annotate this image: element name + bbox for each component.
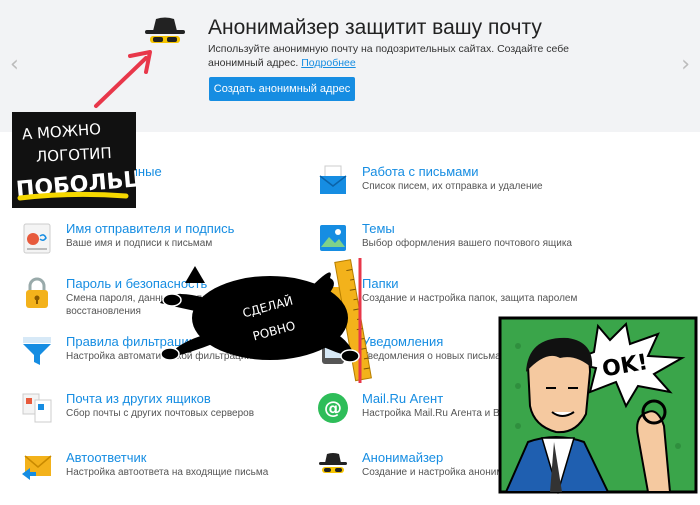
chevron-left-icon[interactable]: ‹ [10, 52, 19, 77]
chalk-line-2: ЛОГОТИП [36, 144, 113, 166]
setting-description: Настройка автоответа на входящие письма [66, 467, 269, 478]
create-anonymous-address-button[interactable]: Создать анонимный адрес [209, 77, 355, 101]
svg-text:@: @ [324, 398, 342, 419]
setting-title: Имя отправителя и подпись [66, 221, 235, 236]
more-link[interactable]: Подробнее [301, 57, 355, 69]
promo-description-text: Используйте анонимную почту на подозрите… [208, 43, 569, 69]
setting-description: Сбор почты с других почтовых серверов [66, 408, 255, 419]
spy-icon [145, 17, 185, 43]
filter-icon [23, 337, 51, 365]
collector-icon [22, 393, 52, 423]
chalkboard-sticker: А МОЖНО ЛОГОТИП ПОБОЛЬШЕ? [12, 112, 136, 208]
chevron-right-icon[interactable]: › [681, 52, 690, 77]
setting-title: Автоответчик [66, 450, 147, 465]
red-arrow-annotation [94, 50, 152, 108]
anonymizer-icon [319, 453, 347, 473]
setting-description: Выбор оформления вашего почтового ящика [362, 238, 572, 249]
ok-popart-sticker: OK! [498, 316, 698, 495]
setting-description: Список писем, их отправка и удаление [362, 181, 543, 192]
setting-title: Анонимайзер [362, 450, 444, 465]
setting-description: Ваше имя и подписи к письмам [66, 238, 213, 249]
setting-description: Создание и настройка папок, защита парол… [362, 293, 578, 304]
setting-title: Работа с письмами [362, 164, 479, 179]
autoreply-icon [22, 455, 52, 480]
setting-title: Темы [362, 221, 395, 236]
lock-icon [26, 277, 48, 308]
promo-title: Анонимайзер защитит вашу почту [208, 16, 542, 39]
agent-icon: @ [318, 393, 348, 423]
signature-icon [23, 223, 51, 254]
chalk-line-1: А МОЖНО [21, 120, 101, 143]
mail-work-icon [319, 165, 347, 194]
black-cat-sticker: СДЕЛАЙ РОВНО [150, 258, 380, 383]
promo-description: Используйте анонимную почту на подозрите… [208, 42, 588, 70]
setting-title: Mail.Ru Агент [362, 391, 444, 406]
themes-icon [320, 225, 346, 251]
setting-title: Почта из других ящиков [66, 391, 211, 406]
